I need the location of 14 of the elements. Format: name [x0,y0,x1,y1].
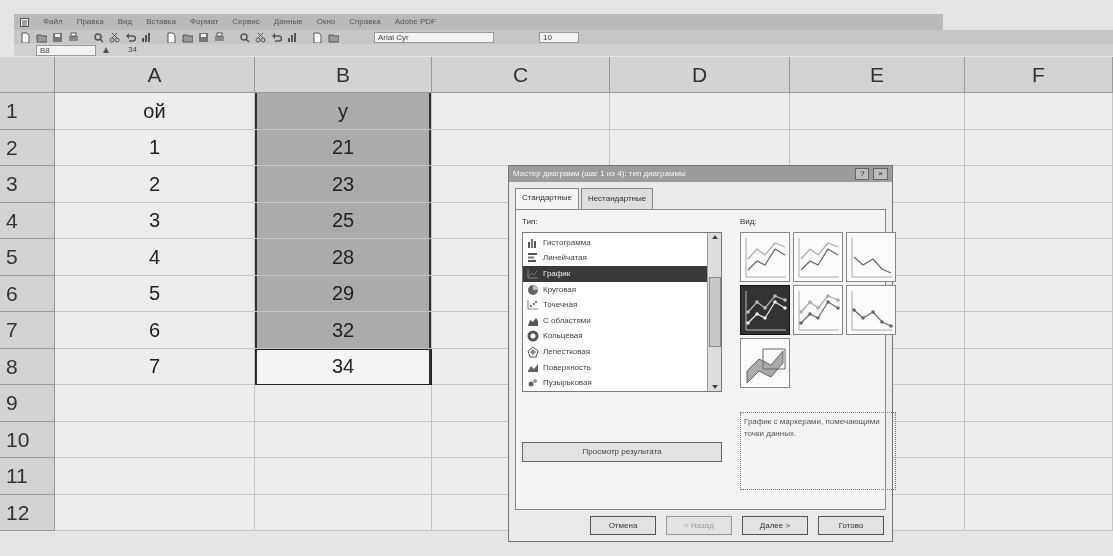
item-label: Круговая [543,283,577,296]
dialog-title: Мастер диаграмм (шаг 1 из 4): тип диаграммы [513,168,686,180]
item-label: Гистограмма [543,236,591,249]
item-label: С областями [543,314,591,327]
item-label: Поверхность [543,361,591,374]
item-label: Пузырьковая [543,377,592,390]
item-label: Точечная [543,299,578,312]
description-text: График с маркерами, помечающими точки данных. [740,412,896,490]
view-label: Вид: [740,216,758,228]
item-label: Линейчатая [543,252,587,265]
type-label: Тип: [522,216,539,228]
item-label: График [543,268,571,280]
item-label: Кольцевая [543,330,583,343]
item-label: Лепестковая [543,345,591,358]
